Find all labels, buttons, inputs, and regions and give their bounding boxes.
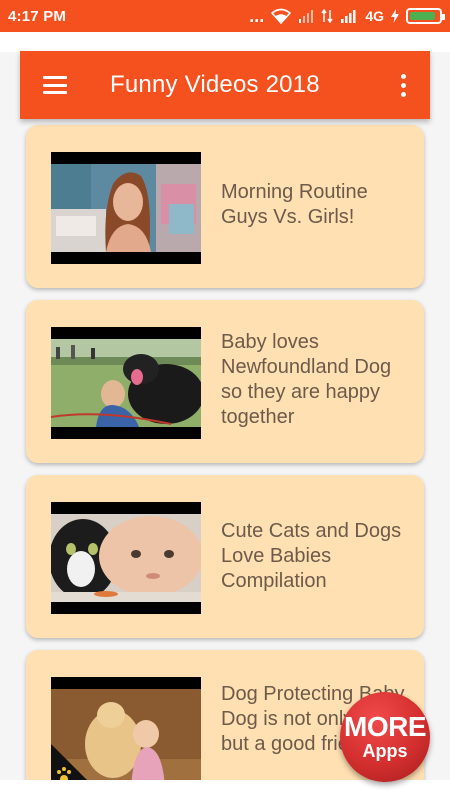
video-thumbnail xyxy=(51,502,201,614)
video-list: Morning Routine Guys Vs. Girls! Baby lov… xyxy=(0,119,450,780)
top-gap xyxy=(0,32,450,52)
signal-icon-2 xyxy=(340,9,358,23)
signal-icon-1 xyxy=(298,9,314,23)
battery-level xyxy=(410,12,436,20)
video-title: Baby loves Newfoundland Dog so they are … xyxy=(221,331,392,428)
video-thumbnail xyxy=(51,152,201,264)
app-bar: Funny Videos 2018 xyxy=(20,51,430,119)
status-icons: ... 4G xyxy=(249,6,445,26)
data-transfer-icon xyxy=(321,9,333,23)
video-card[interactable]: Morning Routine Guys Vs. Girls! xyxy=(26,125,424,288)
status-time: 4:17 PM xyxy=(8,7,67,25)
status-bar: 4:17 PM ... 4G xyxy=(0,0,450,32)
battery-icon xyxy=(406,8,445,24)
video-title: Cute Cats and Dogs Love Babies Compilati… xyxy=(221,520,402,592)
more-apps-line2: Apps xyxy=(362,741,408,761)
video-title: Morning Routine Guys Vs. Girls! xyxy=(221,181,368,228)
video-thumbnail xyxy=(51,327,201,439)
video-thumbnail xyxy=(51,677,201,780)
menu-icon[interactable] xyxy=(20,51,90,119)
app-title: Funny Videos 2018 xyxy=(110,71,320,98)
bottom-bar xyxy=(0,780,450,800)
more-options-icon[interactable] xyxy=(376,51,430,119)
charging-icon xyxy=(391,9,399,23)
video-card[interactable]: Baby loves Newfoundland Dog so they are … xyxy=(26,300,424,463)
more-apps-button[interactable]: MORE Apps xyxy=(340,692,430,782)
video-card[interactable]: Cute Cats and Dogs Love Babies Compilati… xyxy=(26,475,424,638)
wifi-icon xyxy=(271,8,292,24)
network-type: 4G xyxy=(365,8,384,24)
notification-dots: ... xyxy=(249,6,265,26)
more-apps-line1: MORE xyxy=(344,711,427,742)
